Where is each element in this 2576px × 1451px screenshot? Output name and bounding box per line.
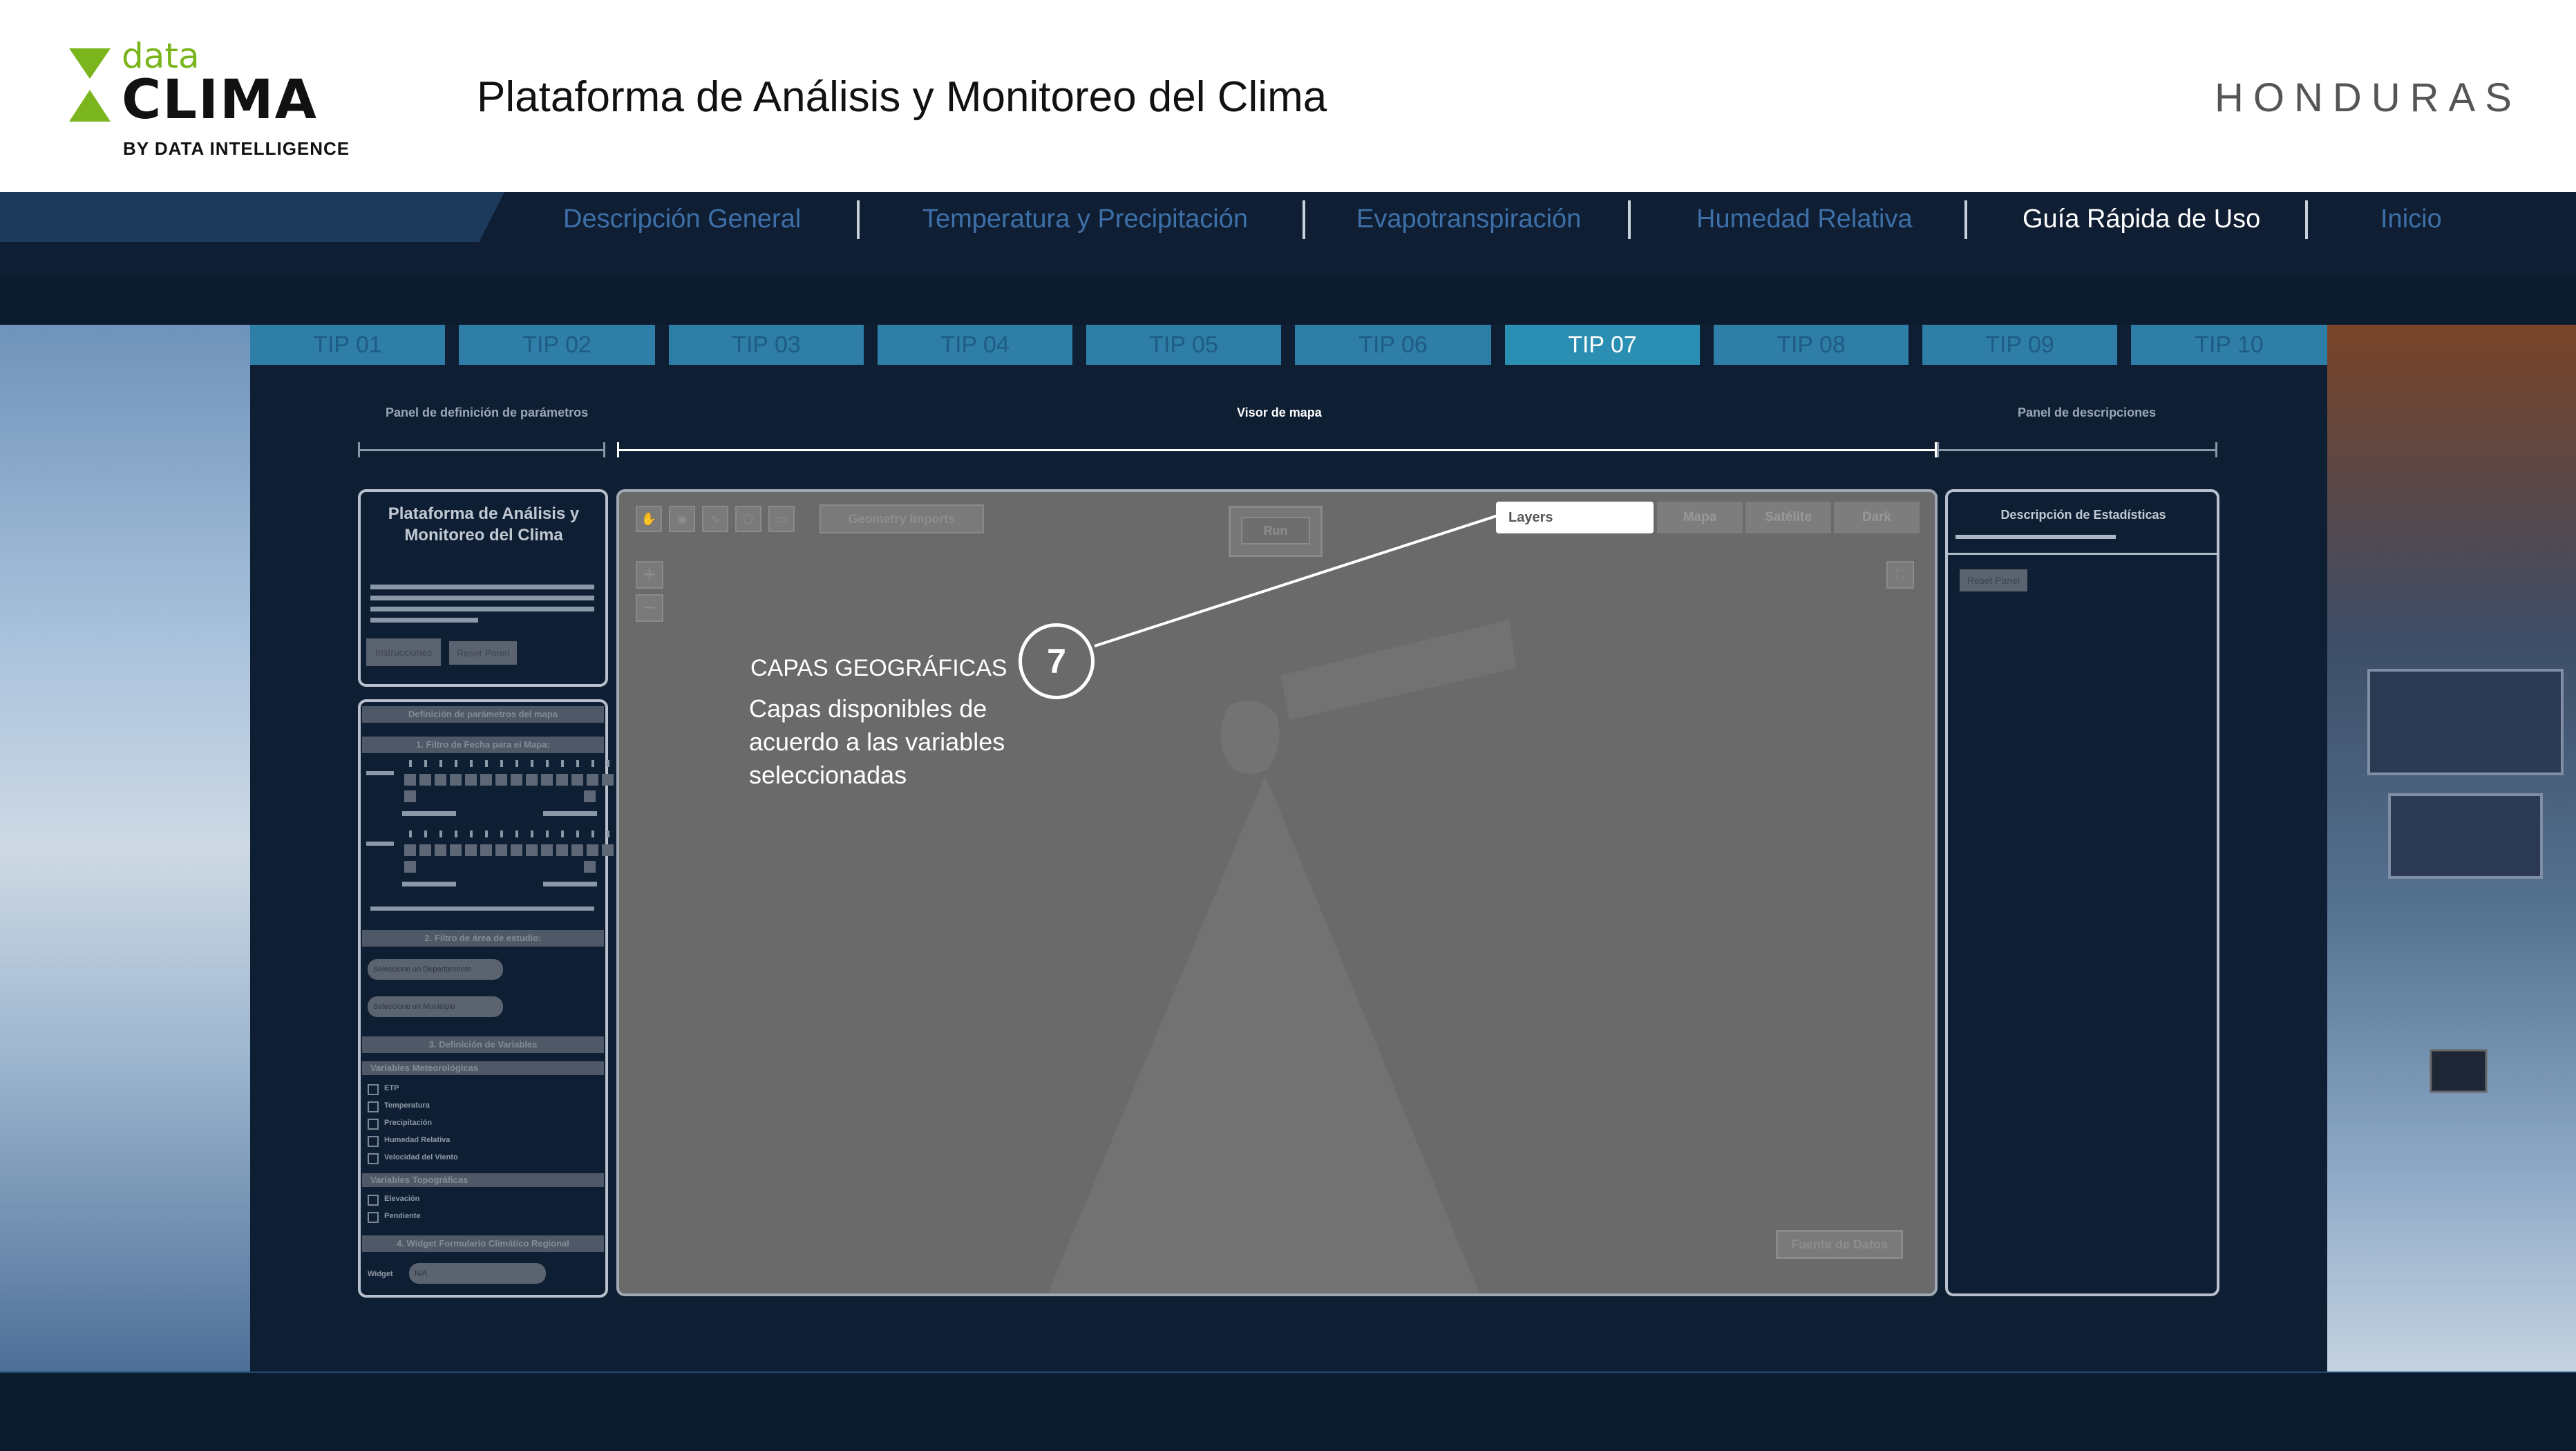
callout-description: Capas disponibles de acuerdo a las varia…: [749, 694, 1005, 789]
callout-title: CAPAS GEOGRÁFICAS: [750, 655, 1007, 681]
descriptions-panel: [1945, 489, 2219, 1296]
callout-number: 7: [1047, 642, 1066, 681]
descriptions-tab-indicator: [1955, 535, 2116, 539]
descriptions-title: Descripción de Estadísticas: [2000, 508, 2166, 522]
descriptions-divider: [1948, 553, 2217, 555]
descriptions-reset-button[interactable]: Reset Panel: [1960, 569, 2027, 591]
